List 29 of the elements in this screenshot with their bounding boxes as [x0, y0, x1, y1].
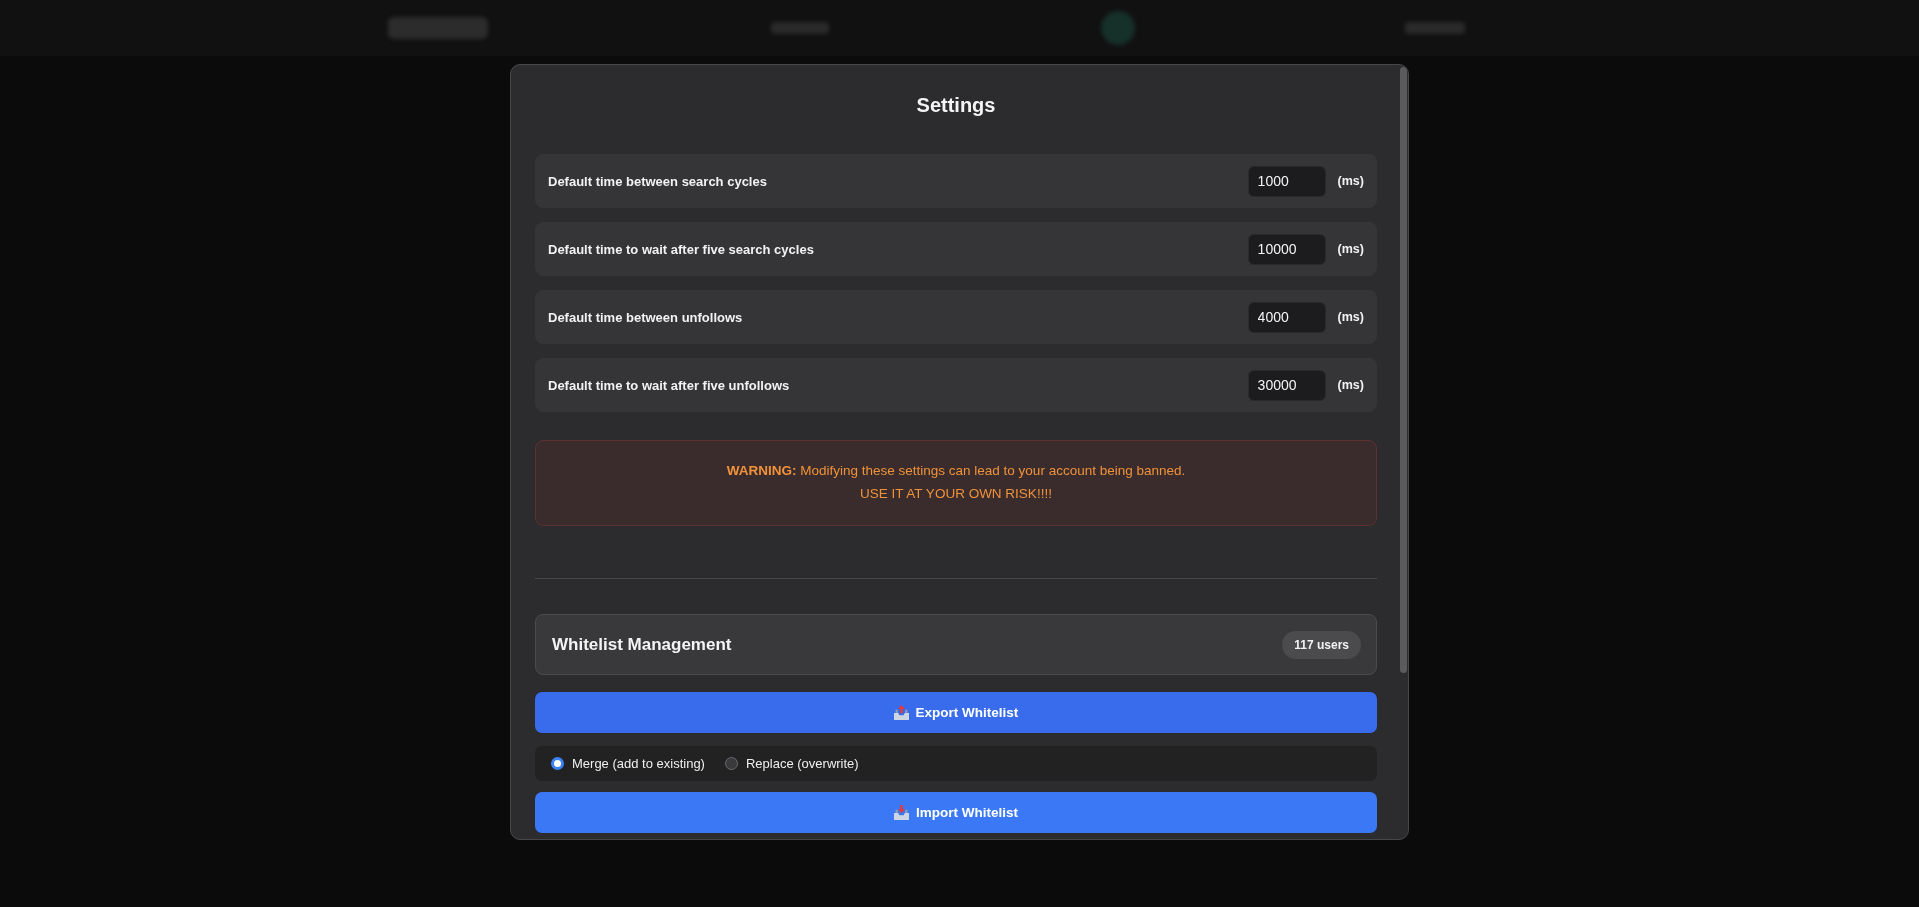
unit-label: (ms)	[1337, 310, 1364, 324]
radio-icon[interactable]	[551, 757, 564, 771]
warning-text: WARNING: Modifying these settings can lead to your account being banned.	[726, 462, 1186, 481]
setting-label: Default time to wait after five unfollows	[548, 377, 791, 393]
setting-label: Default time between unfollows	[548, 309, 744, 325]
radio-option[interactable]: Replace (overwrite)	[724, 756, 859, 772]
setting-label: Default time to wait after five search cycles	[548, 241, 815, 257]
warning-note: USE IT AT YOUR OWN RISK!!!!	[860, 485, 1052, 504]
scrollbar-thumb[interactable]	[1400, 67, 1407, 673]
blurred-header-item	[1101, 11, 1135, 45]
radio-icon[interactable]	[724, 757, 738, 771]
input-field[interactable]: 10000	[1247, 233, 1326, 265]
export-button[interactable]: Export Whitelist	[535, 692, 1377, 734]
section-title: Whitelist Management	[552, 634, 732, 655]
radio-option[interactable]: Merge (add to existing)	[551, 756, 705, 772]
tray-down-arrow-icon	[894, 805, 909, 821]
unit-label: (ms)	[1337, 242, 1364, 256]
tray-up-arrow-icon	[893, 705, 909, 721]
input-field[interactable]: 1000	[1247, 165, 1326, 197]
user-count-badge: 117 users	[1282, 630, 1361, 659]
unit-label: (ms)	[1337, 174, 1364, 188]
import-button[interactable]: Import Whitelist	[535, 792, 1377, 833]
unit-label: (ms)	[1337, 378, 1364, 392]
input-field[interactable]: 30000	[1247, 369, 1326, 401]
input-field[interactable]: 4000	[1247, 301, 1326, 333]
blurred-header-item	[771, 22, 829, 34]
blurred-header-item	[1405, 22, 1465, 34]
setting-label: Default time between search cycles	[548, 173, 768, 189]
dialog-title: Settings	[915, 93, 997, 118]
